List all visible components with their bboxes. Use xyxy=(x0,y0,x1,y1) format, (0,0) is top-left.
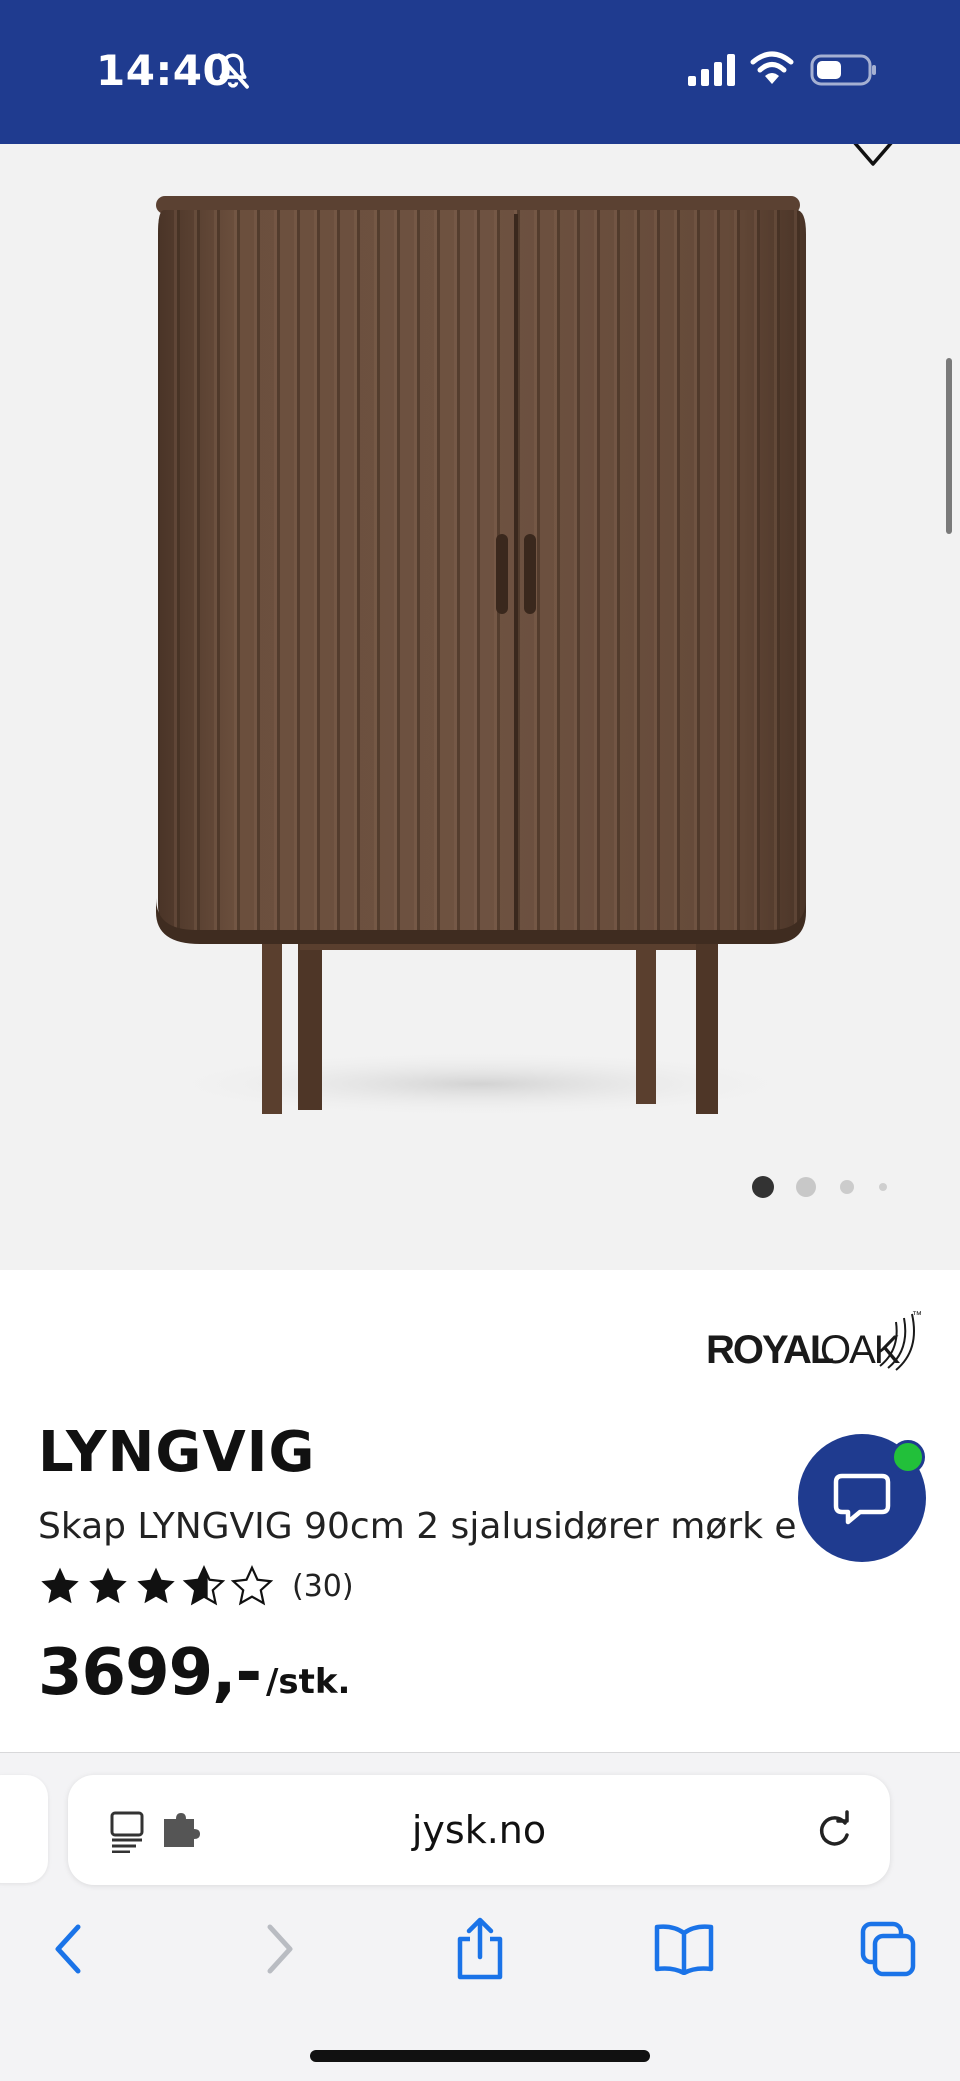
chat-online-indicator xyxy=(891,1440,925,1474)
tabs-icon xyxy=(860,1921,916,1977)
price-unit: /stk. xyxy=(266,1662,351,1702)
product-description: Skap LYNGVIG 90cm 2 sjalusidører mørk ei… xyxy=(38,1506,798,1547)
star-empty-icon xyxy=(230,1565,274,1606)
cabinet-product-photo xyxy=(150,196,810,1118)
forward-icon xyxy=(267,1924,293,1974)
star-filled-icon xyxy=(137,1567,175,1604)
forward-button[interactable] xyxy=(242,1913,314,1985)
pager-dot[interactable] xyxy=(796,1177,816,1197)
back-icon xyxy=(55,1924,81,1974)
share-button[interactable] xyxy=(444,1913,516,1985)
pager-dot-active[interactable] xyxy=(752,1176,774,1198)
tabs-button[interactable] xyxy=(852,1913,924,1985)
scroll-indicator[interactable] xyxy=(946,358,952,534)
product-title: LYNGVIG xyxy=(38,1420,316,1485)
browser-nav-row xyxy=(0,1913,960,1985)
cellular-signal-icon xyxy=(688,54,735,86)
reload-icon[interactable] xyxy=(812,1809,856,1853)
star-filled-icon xyxy=(41,1567,79,1604)
back-button[interactable] xyxy=(34,1913,106,1985)
battery-icon xyxy=(810,54,876,86)
price: 3699,- xyxy=(38,1636,262,1710)
url-text[interactable]: jysk.no xyxy=(68,1775,890,1885)
star-half-icon xyxy=(182,1565,226,1606)
wishlist-heart-icon[interactable] xyxy=(850,144,896,168)
bell-slash-icon xyxy=(217,53,249,89)
home-indicator[interactable] xyxy=(310,2050,650,2062)
star-filled-icon xyxy=(89,1567,127,1604)
address-bar[interactable]: jysk.no xyxy=(68,1775,890,1885)
pager-dot[interactable] xyxy=(840,1180,854,1194)
pager-dot[interactable] xyxy=(879,1183,887,1191)
brand-logo-royal-oak: ROYAL OAK ™ xyxy=(706,1310,924,1374)
brand-logo-tm: ™ xyxy=(912,1310,922,1321)
bookmarks-button[interactable] xyxy=(648,1913,720,1985)
status-bar: 14:40 xyxy=(0,0,960,144)
bookmarks-icon xyxy=(654,1924,714,1975)
wifi-icon xyxy=(750,51,794,84)
share-icon xyxy=(457,1917,503,1980)
chat-bubble-icon xyxy=(833,1473,891,1525)
previous-tab-preview[interactable] xyxy=(0,1775,48,1883)
browser-toolbar: jysk.no xyxy=(0,1752,960,2081)
brand-logo-bold: ROYAL xyxy=(706,1328,834,1372)
review-count[interactable]: (30) xyxy=(292,1569,354,1604)
rating[interactable]: (30) xyxy=(38,1564,354,1608)
product-gallery[interactable] xyxy=(0,144,960,1270)
